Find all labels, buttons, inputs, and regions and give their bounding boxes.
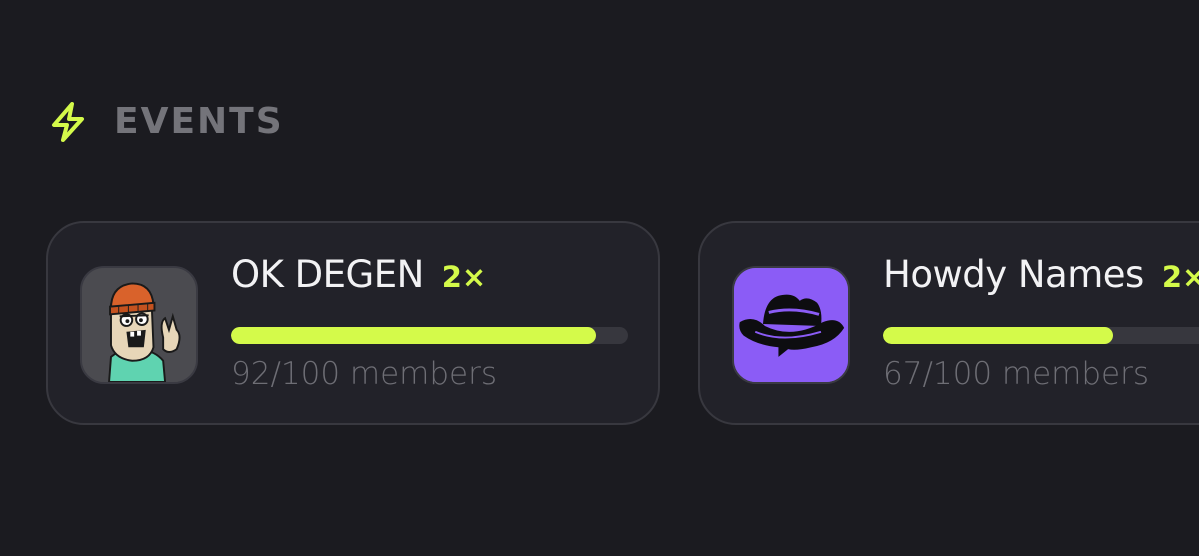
members-count: 67/100 members <box>883 356 1150 392</box>
multiplier-badge: 2× <box>441 260 487 294</box>
event-card-ok-degen[interactable]: OK DEGEN 2× 92/100 members <box>46 221 660 425</box>
event-name: OK DEGEN <box>231 253 424 296</box>
degen-character-avatar <box>80 266 198 384</box>
events-section-header: EVENTS <box>48 100 284 144</box>
section-title: EVENTS <box>114 101 284 142</box>
lightning-bolt-icon <box>52 102 84 142</box>
members-progress-bar <box>231 327 628 344</box>
event-name: Howdy Names <box>883 253 1144 296</box>
event-title-row: OK DEGEN 2× <box>231 253 486 296</box>
event-title-row: Howdy Names 2× <box>883 253 1199 296</box>
progress-fill <box>883 327 1113 344</box>
members-count: 92/100 members <box>231 356 498 392</box>
members-progress-bar <box>883 327 1199 344</box>
multiplier-badge: 2× <box>1161 260 1199 294</box>
cowboy-hat-avatar <box>732 266 850 384</box>
event-card-howdy-names[interactable]: Howdy Names 2× 67/100 members <box>698 221 1199 425</box>
progress-fill <box>231 327 597 344</box>
